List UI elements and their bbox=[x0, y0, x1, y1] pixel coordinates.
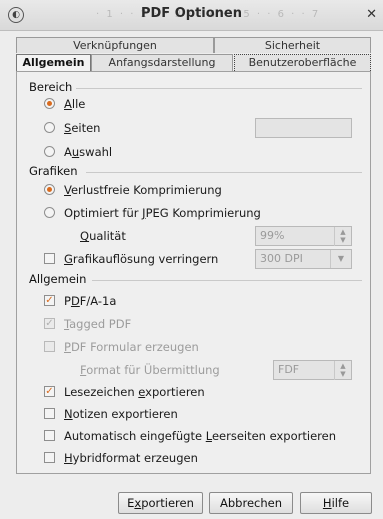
checkbox-lesezeichen[interactable]: ✓ Lesezeichen exportieren bbox=[44, 383, 244, 401]
tab-sicherheit[interactable]: Sicherheit bbox=[214, 37, 371, 53]
section-bereich-heading: Bereich bbox=[29, 80, 73, 94]
tab-row-lower: Allgemein Anfangsdarstellung Benutzerobe… bbox=[16, 54, 371, 71]
qualitaet-value: 99% bbox=[260, 229, 285, 242]
checkbox-indicator: ✓ bbox=[44, 386, 55, 397]
format-dropdown[interactable]: FDF ▲ ▼ bbox=[273, 360, 352, 380]
checkbox-aufloesung-label: Grafikauflösung verringern bbox=[64, 252, 219, 266]
radio-indicator bbox=[44, 122, 55, 133]
radio-seiten[interactable]: Seiten bbox=[44, 119, 194, 137]
tab-anfangsdarstellung[interactable]: Anfangsdarstellung bbox=[91, 54, 233, 71]
tab-allgemein[interactable]: Allgemein bbox=[16, 54, 91, 71]
checkbox-pdfa[interactable]: ✓ PDF/A-1a bbox=[44, 292, 194, 310]
radio-auswahl[interactable]: Auswahl bbox=[44, 143, 194, 161]
radio-auswahl-label: Auswahl bbox=[64, 145, 113, 159]
format-value: FDF bbox=[278, 363, 300, 376]
tab-verknuepfungen[interactable]: Verknüpfungen bbox=[16, 37, 214, 53]
radio-indicator bbox=[44, 184, 55, 195]
select-arrows-icon[interactable]: ▲ ▼ bbox=[334, 361, 351, 380]
checkbox-indicator: ✓ bbox=[44, 295, 55, 306]
checkbox-tagged-label: Tagged PDF bbox=[64, 317, 132, 331]
dropdown-arrow-icon[interactable]: ▼ bbox=[330, 250, 351, 268]
checkbox-pdfa-label: PDF/A-1a bbox=[64, 294, 117, 308]
section-grafiken-heading: Grafiken bbox=[29, 164, 78, 178]
spin-arrows-icon[interactable]: ▲ ▼ bbox=[334, 227, 351, 246]
checkbox-notizen-label: Notizen exportieren bbox=[64, 407, 178, 421]
exportieren-button[interactable]: Exportieren bbox=[118, 492, 203, 514]
qualitaet-label: Qualität bbox=[80, 229, 126, 243]
qualitaet-spinbox[interactable]: 99% ▲ ▼ bbox=[255, 226, 352, 246]
format-label: Format für Übermittlung bbox=[80, 363, 220, 377]
seiten-input[interactable] bbox=[255, 118, 352, 138]
radio-jpeg[interactable]: Optimiert für JPEG Komprimierung bbox=[44, 204, 304, 222]
title-bar: ◐ · 1 · · 2 · · 3 · · 4 · · 5 · · 6 · · … bbox=[0, 0, 383, 31]
radio-seiten-label: Seiten bbox=[64, 121, 101, 135]
checkbox-notizen[interactable]: Notizen exportieren bbox=[44, 405, 244, 423]
checkbox-hybrid[interactable]: Hybridformat erzeugen bbox=[44, 449, 244, 467]
tab-row-upper: Verknüpfungen Sicherheit bbox=[16, 37, 371, 54]
radio-jpeg-label: Optimiert für JPEG Komprimierung bbox=[64, 206, 261, 220]
checkbox-indicator bbox=[44, 253, 55, 264]
checkbox-formular[interactable]: PDF Formular erzeugen bbox=[44, 338, 224, 356]
checkbox-aufloesung[interactable]: Grafikauflösung verringern bbox=[44, 250, 244, 268]
checkbox-indicator: ✓ bbox=[44, 318, 55, 329]
hilfe-button[interactable]: Hilfe bbox=[300, 492, 372, 514]
checkbox-formular-label: PDF Formular erzeugen bbox=[64, 340, 199, 354]
close-icon[interactable]: ✕ bbox=[366, 7, 377, 22]
radio-verlustfrei-label: Verlustfreie Komprimierung bbox=[64, 183, 222, 197]
checkbox-hybrid-label: Hybridformat erzeugen bbox=[64, 451, 198, 465]
checkbox-leerseiten[interactable]: Automatisch eingefügte Leerseiten export… bbox=[44, 427, 364, 445]
radio-alle-label: Alle bbox=[64, 97, 86, 111]
aufloesung-dropdown[interactable]: 300 DPI ▼ bbox=[255, 249, 352, 269]
radio-verlustfrei[interactable]: Verlustfreie Komprimierung bbox=[44, 181, 304, 199]
section-divider bbox=[92, 280, 362, 281]
checkbox-leerseiten-label: Automatisch eingefügte Leerseiten export… bbox=[64, 429, 336, 443]
checkbox-indicator bbox=[44, 341, 55, 352]
radio-indicator bbox=[44, 146, 55, 157]
window-title: PDF Optionen bbox=[140, 6, 242, 21]
checkbox-indicator bbox=[44, 452, 55, 463]
aufloesung-value: 300 DPI bbox=[260, 252, 303, 265]
radio-alle[interactable]: Alle bbox=[44, 95, 194, 113]
checkbox-indicator bbox=[44, 408, 55, 419]
section-divider bbox=[86, 172, 362, 173]
checkbox-indicator bbox=[44, 430, 55, 441]
section-divider bbox=[76, 88, 362, 89]
abbrechen-button[interactable]: Abbrechen bbox=[209, 492, 293, 514]
checkbox-lesezeichen-label: Lesezeichen exportieren bbox=[64, 385, 205, 399]
tab-benutzeroberflaeche[interactable]: Benutzeroberfläche bbox=[234, 54, 371, 71]
radio-indicator bbox=[44, 98, 55, 109]
checkbox-tagged[interactable]: ✓ Tagged PDF bbox=[44, 315, 194, 333]
section-allgemein-heading: Allgemein bbox=[29, 272, 87, 286]
radio-indicator bbox=[44, 207, 55, 218]
